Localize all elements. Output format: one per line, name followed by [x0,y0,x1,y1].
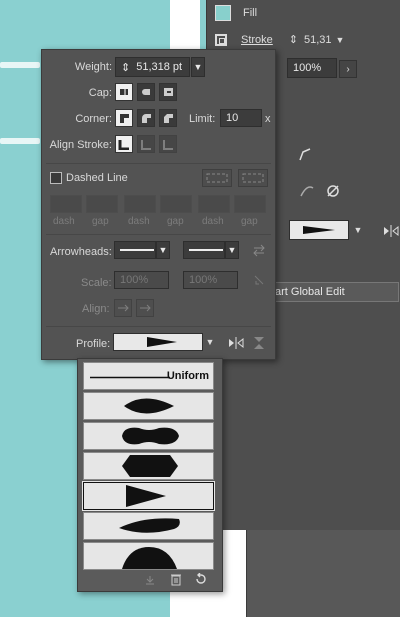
start-global-edit-button[interactable]: art Global Edit [269,282,399,302]
divider [46,326,271,327]
add-profile-icon[interactable] [144,574,156,586]
properties-panel-lower [246,530,400,617]
fill-label: Fill [243,7,258,19]
uniform-label: Uniform [166,370,209,382]
limit-field[interactable]: 10 [220,109,262,127]
profile-preview[interactable] [289,220,349,240]
start-arrowhead-dropdown[interactable]: ▼ [156,241,170,259]
profile-label: Profile: [76,338,111,350]
limit-label: Limit: [189,113,216,125]
projecting-cap-button[interactable] [159,83,177,101]
miter-join-button[interactable] [115,109,133,127]
round-join-button[interactable] [137,109,155,127]
stepper-icon[interactable]: ⇕ [121,61,130,74]
dash-label: dash [202,216,224,227]
direct-select-icon[interactable] [297,146,313,162]
arrow-place-button[interactable] [136,299,154,317]
link-scale-icon[interactable] [252,273,266,287]
gap-field-3[interactable] [234,195,266,213]
artwork-stroke [0,138,40,144]
divider [46,234,271,235]
scale-label: Scale: [81,277,112,289]
cap-label: Cap: [88,87,112,99]
chevron-down-icon[interactable]: ▼ [351,221,365,239]
smooth-tool-icon[interactable] [324,182,342,198]
dash-label: dash [53,216,75,227]
profile-option-2[interactable] [83,392,214,420]
flip-along-icon[interactable] [228,336,244,350]
stroke-weight-stepper[interactable]: ⇕ [289,33,298,46]
round-cap-button[interactable] [137,83,155,101]
profile-dropdown-list[interactable]: Uniform [77,358,223,592]
weight-field[interactable]: ⇕ 51,318 pt [115,57,190,77]
profile-option-5[interactable] [82,481,215,511]
dashed-line-checkbox[interactable] [50,172,62,184]
align-center-button[interactable] [115,135,133,153]
dash-field-2[interactable] [124,195,156,213]
stroke-weight-value[interactable]: 51,31 [304,34,332,46]
gap-label: gap [167,216,184,227]
flip-along-icon[interactable] [383,224,399,238]
weight-label: Weight: [74,61,112,73]
chevron-down-icon[interactable]: ▼ [336,35,345,45]
dashed-line-label: Dashed Line [66,172,128,184]
align-outside-button[interactable] [159,135,177,153]
arrowheads-label: Arrowheads: [50,246,112,258]
gap-field-1[interactable] [86,195,118,213]
dash-field-1[interactable] [50,195,82,213]
butt-cap-button[interactable] [115,83,133,101]
gap-label: gap [241,216,258,227]
end-scale-field[interactable]: 100% [183,271,238,289]
artwork-stroke [0,62,40,68]
stroke-options-panel: Weight: ⇕ 51,318 pt ▼ Cap: Corner: Limit… [41,49,276,360]
align-arrow-label: Align: [82,303,110,315]
weight-dropdown[interactable]: ▼ [191,57,205,77]
align-dash-button[interactable] [238,169,268,187]
profile-select[interactable] [113,333,203,351]
reset-profile-icon[interactable] [194,573,207,586]
profile-option-uniform[interactable]: Uniform [83,362,214,390]
opacity-field[interactable]: 100% [287,58,337,78]
bevel-join-button[interactable] [159,109,177,127]
swap-arrowheads-icon[interactable] [252,243,266,257]
trash-icon[interactable] [170,573,182,586]
divider [46,163,271,164]
profile-option-4[interactable] [83,452,214,480]
chevron-down-icon[interactable]: ▼ [203,333,217,351]
gap-field-2[interactable] [160,195,192,213]
profile-option-6[interactable] [83,512,214,540]
chevron-right-icon[interactable]: › [339,60,357,78]
end-arrowhead-dropdown[interactable]: ▼ [225,241,239,259]
dash-label: dash [128,216,150,227]
profile-option-3[interactable] [83,422,214,450]
start-arrowhead-select[interactable] [114,241,156,259]
dash-field-3[interactable] [198,195,230,213]
fill-swatch[interactable] [215,5,231,21]
start-scale-field[interactable]: 100% [114,271,169,289]
gap-label: gap [92,216,109,227]
limit-unit: x [265,113,271,125]
flip-across-icon[interactable] [253,336,265,350]
end-arrowhead-select[interactable] [183,241,225,259]
stroke-label[interactable]: Stroke [241,34,273,46]
align-stroke-label: Align Stroke: [49,139,112,151]
arrow-extend-button[interactable] [114,299,132,317]
profile-option-7[interactable] [83,542,214,570]
preserve-dash-button[interactable] [202,169,232,187]
stroke-swatch[interactable] [215,33,227,46]
align-inside-button[interactable] [137,135,155,153]
corner-label: Corner: [75,113,112,125]
curve-tool-icon[interactable] [299,182,315,198]
